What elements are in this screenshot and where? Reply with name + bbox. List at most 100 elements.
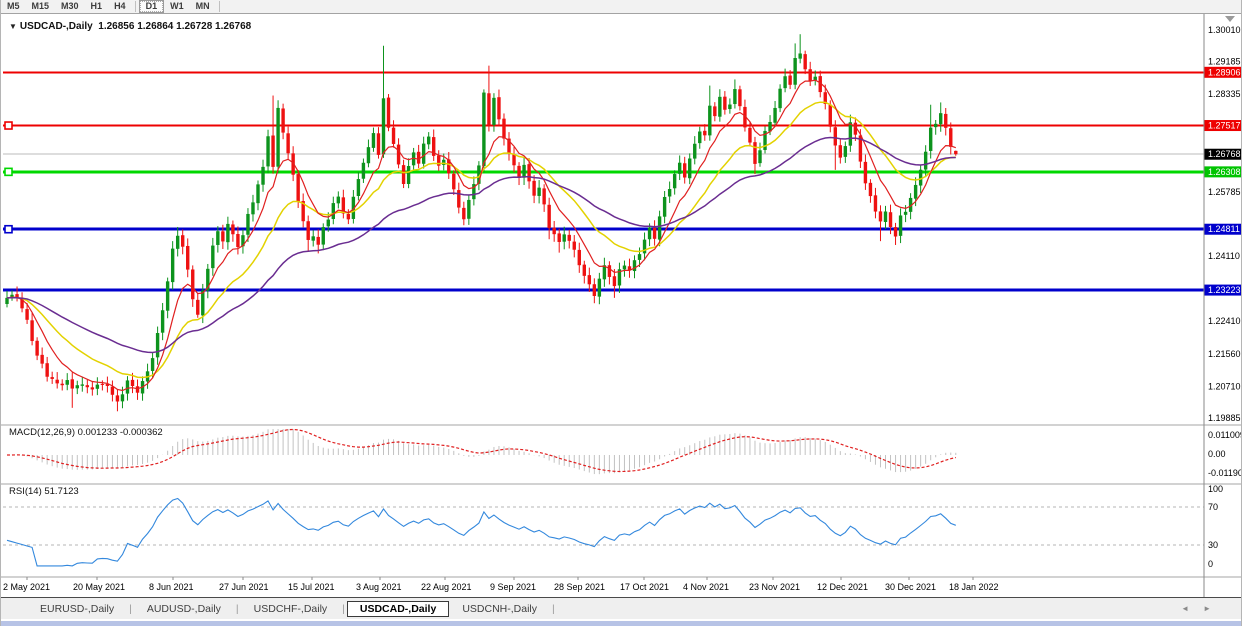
candle-body: [884, 212, 887, 222]
candle-body: [25, 309, 28, 320]
level-handle-1.26308[interactable]: [5, 168, 12, 175]
candle-body: [949, 128, 952, 147]
candle-body: [377, 133, 380, 155]
toolbar-separator: [219, 1, 220, 12]
candle-body: [186, 246, 189, 270]
candle-body: [829, 105, 832, 127]
tab-usdchf[interactable]: USDCHF-,Daily: [241, 601, 341, 617]
candle-body: [251, 202, 254, 214]
candle-body: [512, 154, 515, 165]
candle-body: [563, 234, 566, 241]
timeframe-button-m30[interactable]: M30: [55, 0, 85, 13]
candle-body: [944, 114, 947, 128]
candle-body: [688, 159, 691, 179]
candle-body: [542, 188, 545, 204]
timeframe-button-d1[interactable]: D1: [139, 0, 165, 13]
timeframe-button-w1[interactable]: W1: [164, 0, 190, 13]
price-badge-text: 1.23223: [1208, 285, 1241, 295]
candle-body: [457, 190, 460, 207]
level-handle-1.27517[interactable]: [5, 122, 12, 129]
candle-body: [568, 235, 571, 241]
candle-body: [668, 189, 671, 196]
date-label: 28 Sep 2021: [554, 582, 605, 592]
candle-body: [116, 395, 119, 401]
tab-eurusd[interactable]: EURUSD-,Daily: [27, 601, 127, 617]
candle-body: [246, 214, 249, 235]
candle-body: [648, 227, 651, 239]
candle-body: [91, 387, 94, 389]
candle-body: [527, 164, 530, 181]
rsi-axis-label: 30: [1208, 540, 1218, 550]
candle-body: [111, 387, 114, 395]
candle-body: [849, 122, 852, 145]
rsi-axis-label: 100: [1208, 484, 1223, 494]
candle-body: [728, 105, 731, 109]
tab-usdcnh[interactable]: USDCNH-,Daily: [449, 601, 550, 617]
candle-body: [522, 165, 525, 178]
candle-body: [271, 136, 274, 167]
candle-body: [703, 131, 706, 135]
candle-body: [407, 166, 410, 184]
timeframe-button-h4[interactable]: H4: [108, 0, 132, 13]
price-tick-label: 1.25785: [1208, 187, 1241, 197]
candle-body: [783, 76, 786, 88]
timeframe-button-m15[interactable]: M15: [26, 0, 56, 13]
candle-body: [552, 228, 555, 234]
candle-body: [798, 53, 801, 58]
candle-body: [904, 212, 907, 215]
price-tick-label: 1.22410: [1208, 316, 1241, 326]
candle-body: [86, 385, 89, 387]
tab-scroll-left-icon[interactable]: ◄: [1181, 604, 1189, 614]
tab-separator: |: [340, 603, 347, 615]
timeframe-button-m5[interactable]: M5: [1, 0, 26, 13]
chart-canvas[interactable]: 1.300101.291851.283351.257851.241101.224…: [1, 14, 1242, 597]
candle-body: [663, 197, 666, 217]
candle-body: [216, 231, 219, 245]
price-badge-text: 1.27517: [1208, 121, 1241, 131]
candle-body: [462, 208, 465, 219]
candle-body: [286, 133, 289, 153]
date-label: 8 Jun 2021: [149, 582, 194, 592]
date-label: 20 May 2021: [73, 582, 125, 592]
timeframe-button-mn[interactable]: MN: [190, 0, 216, 13]
candle-body: [236, 234, 239, 247]
candle-body: [131, 380, 134, 386]
candle-body: [482, 93, 485, 166]
candle-body: [934, 124, 937, 127]
price-tick-label: 1.29185: [1208, 57, 1241, 67]
price-badge-text: 1.26308: [1208, 167, 1241, 177]
candle-body: [427, 137, 430, 145]
timeframe-button-h1[interactable]: H1: [85, 0, 109, 13]
chart-symbol-label: USDCAD-,Daily: [20, 21, 93, 32]
price-badge-text: 1.28906: [1208, 67, 1241, 77]
candle-body: [889, 212, 892, 227]
candle-body: [231, 224, 234, 234]
candle-body: [573, 242, 576, 250]
candle-body: [322, 227, 325, 244]
candle-body: [713, 106, 716, 116]
symbol-dropdown-icon[interactable]: ▼: [9, 22, 17, 31]
candle-body: [35, 341, 38, 356]
candle-body: [357, 179, 360, 196]
price-tick-label: 1.19885: [1208, 413, 1241, 423]
tab-usdcad[interactable]: USDCAD-,Daily: [347, 601, 449, 617]
level-handle-1.24811[interactable]: [5, 226, 12, 233]
candle-body: [718, 97, 721, 117]
rsi-axis-label: 70: [1208, 502, 1218, 512]
candle-body: [678, 163, 681, 174]
date-label: 18 Jan 2022: [949, 582, 999, 592]
chart-area[interactable]: 1.300101.291851.283351.257851.241101.224…: [1, 14, 1242, 597]
candle-body: [537, 188, 540, 196]
candle-body: [899, 215, 902, 235]
candle-body: [879, 211, 882, 221]
candle-body: [161, 310, 164, 332]
date-label: 12 Dec 2021: [817, 582, 868, 592]
tab-scroll-right-icon[interactable]: ►: [1203, 604, 1211, 614]
price-badge-text: 1.26768: [1208, 149, 1241, 159]
candle-body: [517, 166, 520, 178]
candle-body: [547, 205, 550, 228]
candle-body: [387, 98, 390, 128]
candle-body: [864, 162, 867, 183]
tab-audusd[interactable]: AUDUSD-,Daily: [134, 601, 234, 617]
candle-body: [312, 236, 315, 240]
